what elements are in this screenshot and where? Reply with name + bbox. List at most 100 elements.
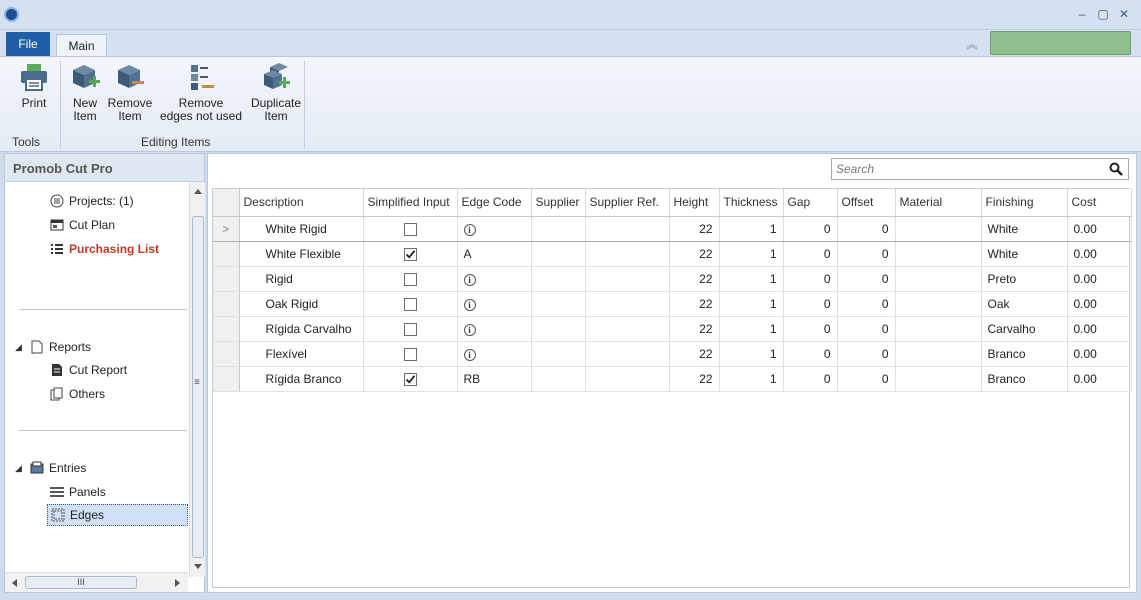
table-row[interactable]: White Flexible A 22 1 0 0 White 0.00 <box>213 241 1132 267</box>
cell-thickness[interactable]: 1 <box>719 291 784 317</box>
cell-material[interactable] <box>895 241 982 267</box>
cell-thickness[interactable]: 1 <box>719 366 784 392</box>
cell-cost[interactable]: 0.00 <box>1067 316 1132 342</box>
cell-edge-code[interactable]: i <box>457 215 532 242</box>
simplified-input-checkbox[interactable] <box>403 347 417 361</box>
cell-supplier-ref[interactable] <box>585 341 670 367</box>
cell-simplified[interactable] <box>363 366 458 392</box>
tree-item-reports[interactable]: Reports <box>29 337 91 357</box>
collapse-ribbon-icon[interactable]: ︽ <box>964 36 980 51</box>
cell-height[interactable]: 22 <box>669 241 720 267</box>
column-header-offset[interactable]: Offset <box>837 189 896 217</box>
cell-offset[interactable]: 0 <box>837 266 896 292</box>
sidebar-horizontal-scrollbar[interactable]: III <box>5 572 188 592</box>
table-row[interactable]: Rigid i 22 1 0 0 Preto 0.00 <box>213 266 1132 292</box>
simplified-input-checkbox[interactable] <box>403 222 417 236</box>
simplified-input-checkbox[interactable] <box>403 247 417 261</box>
horizontal-scrollbar-thumb[interactable]: III <box>25 576 137 589</box>
cell-gap[interactable]: 0 <box>783 316 838 342</box>
column-header-edge-code[interactable]: Edge Code <box>457 189 532 217</box>
cell-supplier-ref[interactable] <box>585 366 670 392</box>
cell-cost[interactable]: 0.00 <box>1067 215 1132 242</box>
cell-cost[interactable]: 0.00 <box>1067 291 1132 317</box>
cell-height[interactable]: 22 <box>669 291 720 317</box>
cell-finishing[interactable]: Branco <box>981 366 1068 392</box>
row-indicator[interactable] <box>213 241 240 267</box>
column-header-finishing[interactable]: Finishing <box>981 189 1068 217</box>
cell-description[interactable]: Rigid <box>239 266 364 292</box>
cell-supplier[interactable] <box>531 215 586 242</box>
cell-thickness[interactable]: 1 <box>719 241 784 267</box>
cell-supplier-ref[interactable] <box>585 215 670 242</box>
cell-gap[interactable]: 0 <box>783 291 838 317</box>
cell-height[interactable]: 22 <box>669 366 720 392</box>
cell-supplier-ref[interactable] <box>585 241 670 267</box>
cell-material[interactable] <box>895 366 982 392</box>
cell-supplier[interactable] <box>531 266 586 292</box>
cell-gap[interactable]: 0 <box>783 241 838 267</box>
table-row[interactable]: Oak Rigid i 22 1 0 0 Oak 0.00 <box>213 291 1132 317</box>
cell-finishing[interactable]: Carvalho <box>981 316 1068 342</box>
cell-offset[interactable]: 0 <box>837 291 896 317</box>
cell-material[interactable] <box>895 266 982 292</box>
cell-supplier[interactable] <box>531 366 586 392</box>
cell-material[interactable] <box>895 291 982 317</box>
minimize-button[interactable]: ‒ <box>1074 6 1090 22</box>
cell-description[interactable]: Flexível <box>239 341 364 367</box>
cell-edge-code[interactable]: i <box>457 316 532 342</box>
search-icon[interactable] <box>1109 162 1123 176</box>
cell-cost[interactable]: 0.00 <box>1067 266 1132 292</box>
cell-cost[interactable]: 0.00 <box>1067 241 1132 267</box>
cell-edge-code[interactable]: RB <box>457 366 532 392</box>
cell-finishing[interactable]: Preto <box>981 266 1068 292</box>
sidebar-vertical-scrollbar[interactable]: ≡ <box>189 182 205 577</box>
table-row[interactable]: Rígida Branco RB 22 1 0 0 Branco 0.00 <box>213 366 1132 392</box>
maximize-button[interactable]: ▢ <box>1095 6 1111 22</box>
tree-item-panels[interactable]: Panels <box>49 482 106 502</box>
tree-item-cut-report[interactable]: Cut Report <box>49 360 127 380</box>
cell-gap[interactable]: 0 <box>783 266 838 292</box>
cell-simplified[interactable] <box>363 266 458 292</box>
column-header-cost[interactable]: Cost <box>1067 189 1132 217</box>
simplified-input-checkbox[interactable] <box>403 372 417 386</box>
print-button[interactable]: Print <box>12 61 56 110</box>
cell-thickness[interactable]: 1 <box>719 341 784 367</box>
remove-item-button[interactable]: Remove Item <box>107 61 153 123</box>
table-row[interactable]: > White Rigid i 22 1 0 0 White 0.00 <box>213 215 1132 242</box>
column-header-gap[interactable]: Gap <box>783 189 838 217</box>
column-header-height[interactable]: Height <box>669 189 720 217</box>
cell-offset[interactable]: 0 <box>837 316 896 342</box>
table-row[interactable]: Rígida Carvalho i 22 1 0 0 Carvalho 0.00 <box>213 316 1132 342</box>
row-indicator[interactable] <box>213 316 240 342</box>
tree-item-entries[interactable]: Entries <box>29 458 86 478</box>
cell-description[interactable]: White Rigid <box>239 215 364 242</box>
cell-offset[interactable]: 0 <box>837 341 896 367</box>
new-item-button[interactable]: New Item <box>64 61 106 123</box>
cell-simplified[interactable] <box>363 291 458 317</box>
cell-description[interactable]: Oak Rigid <box>239 291 364 317</box>
scroll-up-icon[interactable] <box>194 188 202 194</box>
cell-edge-code[interactable]: i <box>457 266 532 292</box>
cell-offset[interactable]: 0 <box>837 241 896 267</box>
cell-description[interactable]: White Flexible <box>239 241 364 267</box>
scroll-right-icon[interactable] <box>175 579 181 587</box>
column-header-simplified-input[interactable]: Simplified Input <box>363 189 458 217</box>
column-header-supplier[interactable]: Supplier <box>531 189 586 217</box>
simplified-input-checkbox[interactable] <box>403 272 417 286</box>
cell-simplified[interactable] <box>363 316 458 342</box>
tree-item-cut-plan[interactable]: Cut Plan <box>49 215 115 235</box>
expand-reports-icon[interactable]: ◢ <box>15 342 22 353</box>
cell-thickness[interactable]: 1 <box>719 266 784 292</box>
cell-edge-code[interactable]: i <box>457 341 532 367</box>
column-header-description[interactable]: Description <box>239 189 364 217</box>
tab-file[interactable]: File <box>6 32 50 56</box>
tree-item-edges[interactable]: Edges <box>47 504 188 526</box>
tab-main[interactable]: Main <box>56 34 107 57</box>
cell-thickness[interactable]: 1 <box>719 316 784 342</box>
tree-item-projects[interactable]: Projects: (1) <box>49 191 134 211</box>
row-indicator[interactable] <box>213 266 240 292</box>
search-input[interactable] <box>836 161 1096 177</box>
cell-finishing[interactable]: Oak <box>981 291 1068 317</box>
cell-simplified[interactable] <box>363 215 458 242</box>
cell-material[interactable] <box>895 341 982 367</box>
